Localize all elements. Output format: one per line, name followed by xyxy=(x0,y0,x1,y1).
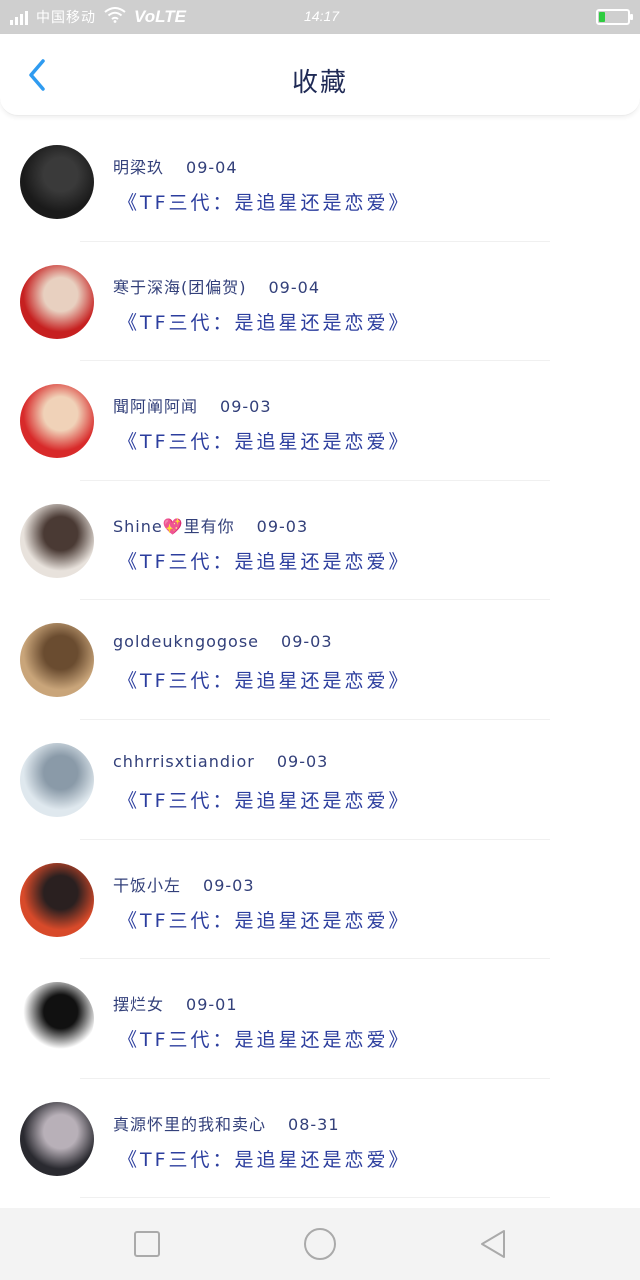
item-date: 08-31 xyxy=(288,1114,340,1134)
author-name: 真源怀里的我和卖心 xyxy=(113,1114,267,1134)
avatar[interactable] xyxy=(20,264,94,339)
page-title: 收藏 xyxy=(291,68,348,98)
list-item[interactable]: 聞阿阐阿闻 09-03 《TF三代：是追星还是恋爱》 xyxy=(0,361,640,481)
avatar[interactable] xyxy=(20,862,94,937)
item-author-line: 明梁玖 09-04 xyxy=(113,154,238,178)
item-date: 09-03 xyxy=(203,875,255,895)
list-item[interactable]: chhrrisxtiandior 09-03 《TF三代：是追星还是恋爱》 xyxy=(0,720,640,840)
author-name-suffix: 里有你 xyxy=(183,516,235,536)
avatar[interactable] xyxy=(20,145,94,219)
item-title[interactable]: 《TF三代：是追星还是恋爱》 xyxy=(118,666,411,693)
avatar[interactable] xyxy=(20,742,94,817)
item-author-line: 寒于深海(团偏贺) 09-04 xyxy=(113,274,320,298)
item-title[interactable]: 《TF三代：是追星还是恋爱》 xyxy=(118,547,411,574)
avatar[interactable] xyxy=(20,503,94,578)
list-item[interactable]: Shine💖里有你 09-03 《TF三代：是追星还是恋爱》 xyxy=(0,481,640,601)
battery-icon xyxy=(596,9,633,25)
list-item[interactable]: goldeukngogose 09-03 《TF三代：是追星还是恋爱》 xyxy=(0,600,640,720)
item-date: 09-03 xyxy=(276,751,329,771)
heart-icon: 💖 xyxy=(162,516,184,536)
item-author-line: 真源怀里的我和卖心 08-31 xyxy=(113,1111,340,1135)
author-name: 干饭小左 xyxy=(113,875,182,895)
avatar[interactable] xyxy=(20,982,94,1057)
item-author-line: 干饭小左 09-03 xyxy=(113,872,255,896)
item-author-line: Shine💖里有你 09-03 xyxy=(113,513,308,537)
divider xyxy=(80,1197,550,1199)
signal-icon xyxy=(10,9,28,25)
item-date: 09-03 xyxy=(256,516,309,536)
wifi-icon xyxy=(104,7,126,27)
status-time: 14:17 xyxy=(304,8,340,24)
item-title[interactable]: 《TF三代：是追星还是恋爱》 xyxy=(118,1025,411,1052)
item-date: 09-03 xyxy=(281,632,333,652)
item-title[interactable]: 《TF三代：是追星还是恋爱》 xyxy=(118,1145,411,1172)
carrier-label: 中国移动 xyxy=(36,10,96,26)
author-name: 摆烂女 xyxy=(113,995,165,1015)
author-name: 聞阿阐阿闻 xyxy=(113,397,199,417)
author-name: Shine xyxy=(113,516,163,536)
circle-icon xyxy=(303,1228,336,1260)
status-left: 中国移动 VoLTE xyxy=(10,7,270,27)
favorites-list: 明梁玖 09-04 《TF三代：是追星还是恋爱》 寒于深海(团偏贺) 09-04 《TF三… xyxy=(0,122,640,1199)
item-date: 09-01 xyxy=(186,995,238,1015)
item-title[interactable]: 《TF三代：是追星还是恋爱》 xyxy=(118,906,411,933)
avatar[interactable] xyxy=(20,384,94,459)
item-title[interactable]: 《TF三代：是追星还是恋爱》 xyxy=(118,427,411,454)
item-date: 09-04 xyxy=(268,277,320,297)
item-author-line: goldeukngogose 09-03 xyxy=(113,632,333,651)
avatar[interactable] xyxy=(20,1101,94,1176)
author-name: chhrrisxtiandior xyxy=(113,751,255,771)
author-name: 明梁玖 xyxy=(113,158,165,177)
header: 收藏 xyxy=(0,34,640,116)
item-author-line: chhrrisxtiandior 09-03 xyxy=(113,752,328,771)
volte-label: VoLTE xyxy=(134,7,186,26)
avatar[interactable] xyxy=(20,623,94,698)
item-author-line: 摆烂女 09-01 xyxy=(113,991,238,1015)
list-item[interactable]: 真源怀里的我和卖心 08-31 《TF三代：是追星还是恋爱》 xyxy=(0,1079,640,1199)
item-date: 09-04 xyxy=(186,158,238,177)
item-author-line: 聞阿阐阿闻 09-03 xyxy=(113,393,272,417)
triangle-back-icon xyxy=(481,1230,506,1258)
status-bar: 中国移动 VoLTE 14:17 xyxy=(0,0,640,34)
nav-back-button[interactable] xyxy=(473,1224,513,1264)
author-name: goldeukngogose xyxy=(113,632,260,652)
list-item[interactable]: 寒于深海(团偏贺) 09-04 《TF三代：是追星还是恋爱》 xyxy=(0,242,640,362)
recents-button[interactable] xyxy=(127,1224,167,1264)
square-icon xyxy=(133,1231,160,1257)
home-button[interactable] xyxy=(300,1224,340,1264)
item-date: 09-03 xyxy=(220,397,272,417)
author-name: 寒于深海(团偏贺) xyxy=(113,277,247,297)
system-nav-bar xyxy=(0,1208,640,1280)
list-item[interactable]: 干饭小左 09-03 《TF三代：是追星还是恋爱》 xyxy=(0,840,640,960)
list-item[interactable]: 摆烂女 09-01 《TF三代：是追星还是恋爱》 xyxy=(0,959,640,1079)
item-title[interactable]: 《TF三代：是追星还是恋爱》 xyxy=(118,188,411,215)
item-title[interactable]: 《TF三代：是追星还是恋爱》 xyxy=(118,308,411,335)
item-title[interactable]: 《TF三代：是追星还是恋爱》 xyxy=(118,786,411,813)
list-item[interactable]: 明梁玖 09-04 《TF三代：是追星还是恋爱》 xyxy=(0,122,640,242)
